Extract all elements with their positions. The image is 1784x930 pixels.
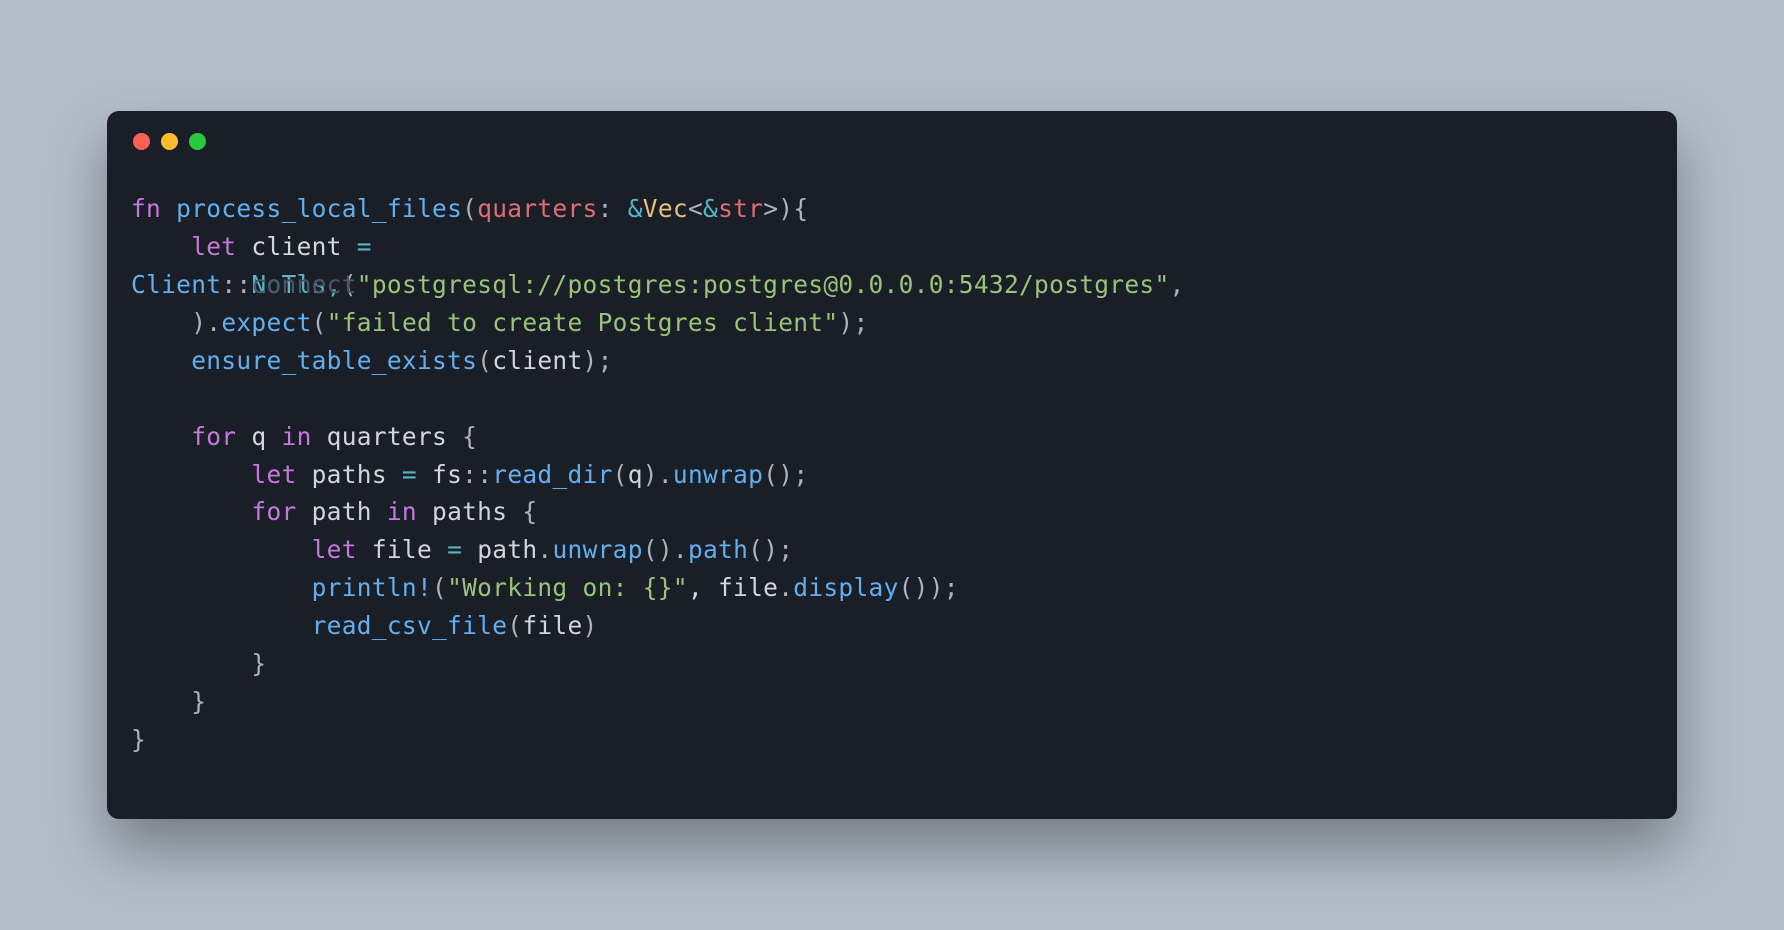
fn-ensure-table: ensure_table_exists [191, 346, 477, 375]
angle-close: > [763, 194, 778, 223]
indent [131, 611, 312, 640]
parens: () [643, 535, 673, 564]
args: , file [688, 573, 778, 602]
method-display: display [793, 573, 898, 602]
keyword-in: in [387, 497, 417, 526]
arg-q: q [628, 460, 643, 489]
keyword-let: let [251, 460, 296, 489]
brace-open: { [793, 194, 808, 223]
maximize-icon[interactable] [189, 133, 206, 150]
indent [131, 497, 251, 526]
close: ); [583, 346, 613, 375]
brace-close: } [131, 725, 146, 754]
var-path: path [297, 497, 387, 526]
method-expect: expect [221, 308, 311, 337]
paren-close: ) [643, 460, 658, 489]
paren: ( [613, 460, 628, 489]
dot: . [537, 535, 552, 564]
ref-op2: & [703, 194, 718, 223]
paren-close: ) [583, 611, 598, 640]
var-q: q [236, 422, 281, 451]
indent [131, 687, 191, 716]
equals: = [447, 535, 462, 564]
indent [131, 573, 312, 602]
double-colon: :: [462, 460, 492, 489]
brace-close: } [251, 649, 266, 678]
module-fs: fs [432, 460, 462, 489]
keyword-let: let [191, 232, 236, 261]
fn-read-dir: read_dir [492, 460, 612, 489]
indent [131, 308, 191, 337]
indent [131, 346, 191, 375]
comma: , [1170, 270, 1185, 299]
colon: : [598, 194, 628, 223]
brace: { [522, 497, 537, 526]
brace: { [462, 422, 477, 451]
ghost-connect: connect [251, 266, 356, 304]
close-icon[interactable] [133, 133, 150, 150]
paren-close: ) [778, 194, 793, 223]
type-client: Client [131, 270, 221, 299]
space [236, 232, 251, 261]
param-name: quarters [477, 194, 597, 223]
format-string: "Working on: {}" [447, 573, 688, 602]
method-path: path [688, 535, 748, 564]
iter-quarters: quarters [312, 422, 463, 451]
terminal-window: fn process_local_files(quarters: &Vec<&s… [107, 111, 1677, 820]
expr-path: path [462, 535, 537, 564]
overlap-text: connectNoTls, [251, 270, 341, 299]
conn-string: "postgresql://postgres:postgres@0.0.0.0:… [357, 270, 1170, 299]
angle-open: < [688, 194, 703, 223]
paren: ( [477, 346, 492, 375]
indent [131, 649, 251, 678]
dot: . [673, 535, 688, 564]
brace-close: } [191, 687, 206, 716]
dot: . [206, 308, 221, 337]
code-content: fn process_local_files(quarters: &Vec<&s… [107, 160, 1677, 820]
method-unwrap: unwrap [552, 535, 642, 564]
indent [131, 422, 191, 451]
paren-close: ) [191, 308, 206, 337]
close: ); [838, 308, 868, 337]
keyword-for: for [251, 497, 296, 526]
paren: ( [432, 573, 447, 602]
paren-open: ( [462, 194, 477, 223]
end: (); [763, 460, 808, 489]
indent [131, 232, 191, 261]
ref-op: & [628, 194, 643, 223]
end: ()); [899, 573, 959, 602]
dot: . [658, 460, 673, 489]
indent [131, 460, 251, 489]
macro-println: println! [312, 573, 432, 602]
fn-read-csv: read_csv_file [312, 611, 508, 640]
end: (); [748, 535, 793, 564]
keyword-let: let [312, 535, 357, 564]
var-client: client [251, 232, 341, 261]
paren: ( [507, 611, 522, 640]
type-str: str [718, 194, 763, 223]
error-string: "failed to create Postgres client" [327, 308, 839, 337]
equals: = [402, 460, 417, 489]
var-paths: paths [297, 460, 402, 489]
title-bar [107, 111, 1677, 160]
var-file: file [357, 535, 447, 564]
keyword-in: in [282, 422, 312, 451]
paren: ( [312, 308, 327, 337]
iter-paths: paths [417, 497, 522, 526]
type-vec: Vec [643, 194, 688, 223]
equals: = [342, 232, 372, 261]
arg-client: client [492, 346, 582, 375]
dot: . [778, 573, 793, 602]
double-colon: :: [221, 270, 251, 299]
method-unwrap: unwrap [673, 460, 763, 489]
arg-file: file [522, 611, 582, 640]
space [417, 460, 432, 489]
indent [131, 535, 312, 564]
minimize-icon[interactable] [161, 133, 178, 150]
function-name: process_local_files [176, 194, 462, 223]
keyword-fn: fn [131, 194, 161, 223]
keyword-for: for [191, 422, 236, 451]
